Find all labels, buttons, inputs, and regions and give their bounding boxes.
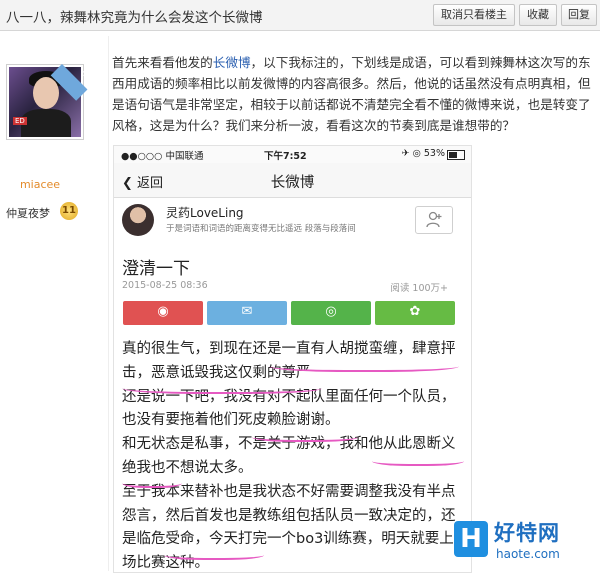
status-bar: ●●○○○ 中国联通 下午7:52 ✈ ◎ 53% [114, 146, 471, 163]
thread-title: 八一八，辣舞林究竟为什么会发这个长微博 [6, 10, 263, 26]
weibo-icon: ◉ [157, 304, 169, 319]
share-weibo-button: ◉ [123, 301, 203, 325]
highlight-underline [269, 358, 459, 372]
weibo-author-bio: 于是词语和词语的距离变得无比遥远 段落与段落间 [166, 224, 356, 234]
level-badge: 11 [60, 202, 78, 220]
weibo-author-avatar [122, 204, 154, 236]
add-user-icon [426, 211, 442, 228]
follow-button [415, 206, 453, 234]
watermark-logo-icon: H [454, 521, 488, 557]
watermark-url: haote.com [496, 547, 560, 561]
site-watermark: H 好特网 haote.com [448, 515, 600, 571]
column-divider [108, 36, 109, 571]
highlight-underline [252, 430, 358, 442]
article-meta: 2015-08-25 08:36 阅读 100万+ [122, 280, 462, 294]
mail-icon: ✉ [241, 304, 253, 319]
status-time: 下午7:52 [264, 151, 307, 162]
paragraph: 至于我本来替补也是我状态不好需要调整我没有半点怨言，然后首发也是教练组包括队员一… [122, 483, 456, 572]
rank-label: 仲夏夜梦 [6, 207, 50, 220]
share-wechat-button: ◎ [291, 301, 371, 325]
highlight-underline [372, 454, 464, 466]
weibo-link[interactable]: 长微博 [213, 55, 251, 70]
username-link[interactable]: miacee [0, 178, 80, 191]
app-nav-bar: ❮ 返回 长微博 [114, 163, 471, 198]
post-body: 首先来看看他发的长微博，以下我标注的，下划线是成语，可以看到辣舞林这次写的东西用… [112, 52, 592, 136]
share-moments-button: ✿ [375, 301, 455, 325]
thread-header: 八一八，辣舞林究竟为什么会发这个长微博 取消只看楼主 收藏 回复 [0, 0, 600, 31]
share-mail-button: ✉ [207, 301, 287, 325]
battery-icon [447, 150, 465, 160]
carrier-signal: ●●○○○ 中国联通 [121, 151, 204, 162]
article-views: 阅读 100万+ [390, 283, 448, 294]
weibo-author-name: 灵药LoveLing [166, 206, 244, 220]
post-text-start: 首先来看看他发的 [112, 55, 213, 70]
article-title: 澄清一下 [122, 259, 190, 279]
reply-button[interactable]: 回复 [561, 4, 597, 26]
weibo-author-row: 灵药LoveLing 于是词语和词语的距离变得无比遥远 段落与段落间 [114, 198, 471, 242]
weibo-screenshot: ●●○○○ 中国联通 下午7:52 ✈ ◎ 53% ❮ 返回 长微博 灵药Lov… [113, 145, 472, 573]
watermark-name: 好特网 [494, 521, 560, 545]
status-icons: ✈ ◎ 53% [401, 148, 445, 159]
moments-icon: ✿ [409, 304, 421, 319]
highlight-underline [122, 476, 182, 488]
favorite-button[interactable]: 收藏 [519, 4, 557, 26]
nav-title: 长微博 [270, 175, 315, 191]
member-rank: 仲夏夜梦 11 [2, 202, 102, 222]
article-date: 2015-08-25 08:36 [122, 280, 208, 291]
author-profile: ED 楼主 miacee 仲夏夜梦 11 [0, 31, 105, 571]
highlight-underline [164, 548, 264, 560]
only-author-button[interactable]: 取消只看楼主 [433, 4, 515, 26]
highlight-underline [122, 380, 322, 394]
wechat-icon: ◎ [325, 304, 337, 319]
